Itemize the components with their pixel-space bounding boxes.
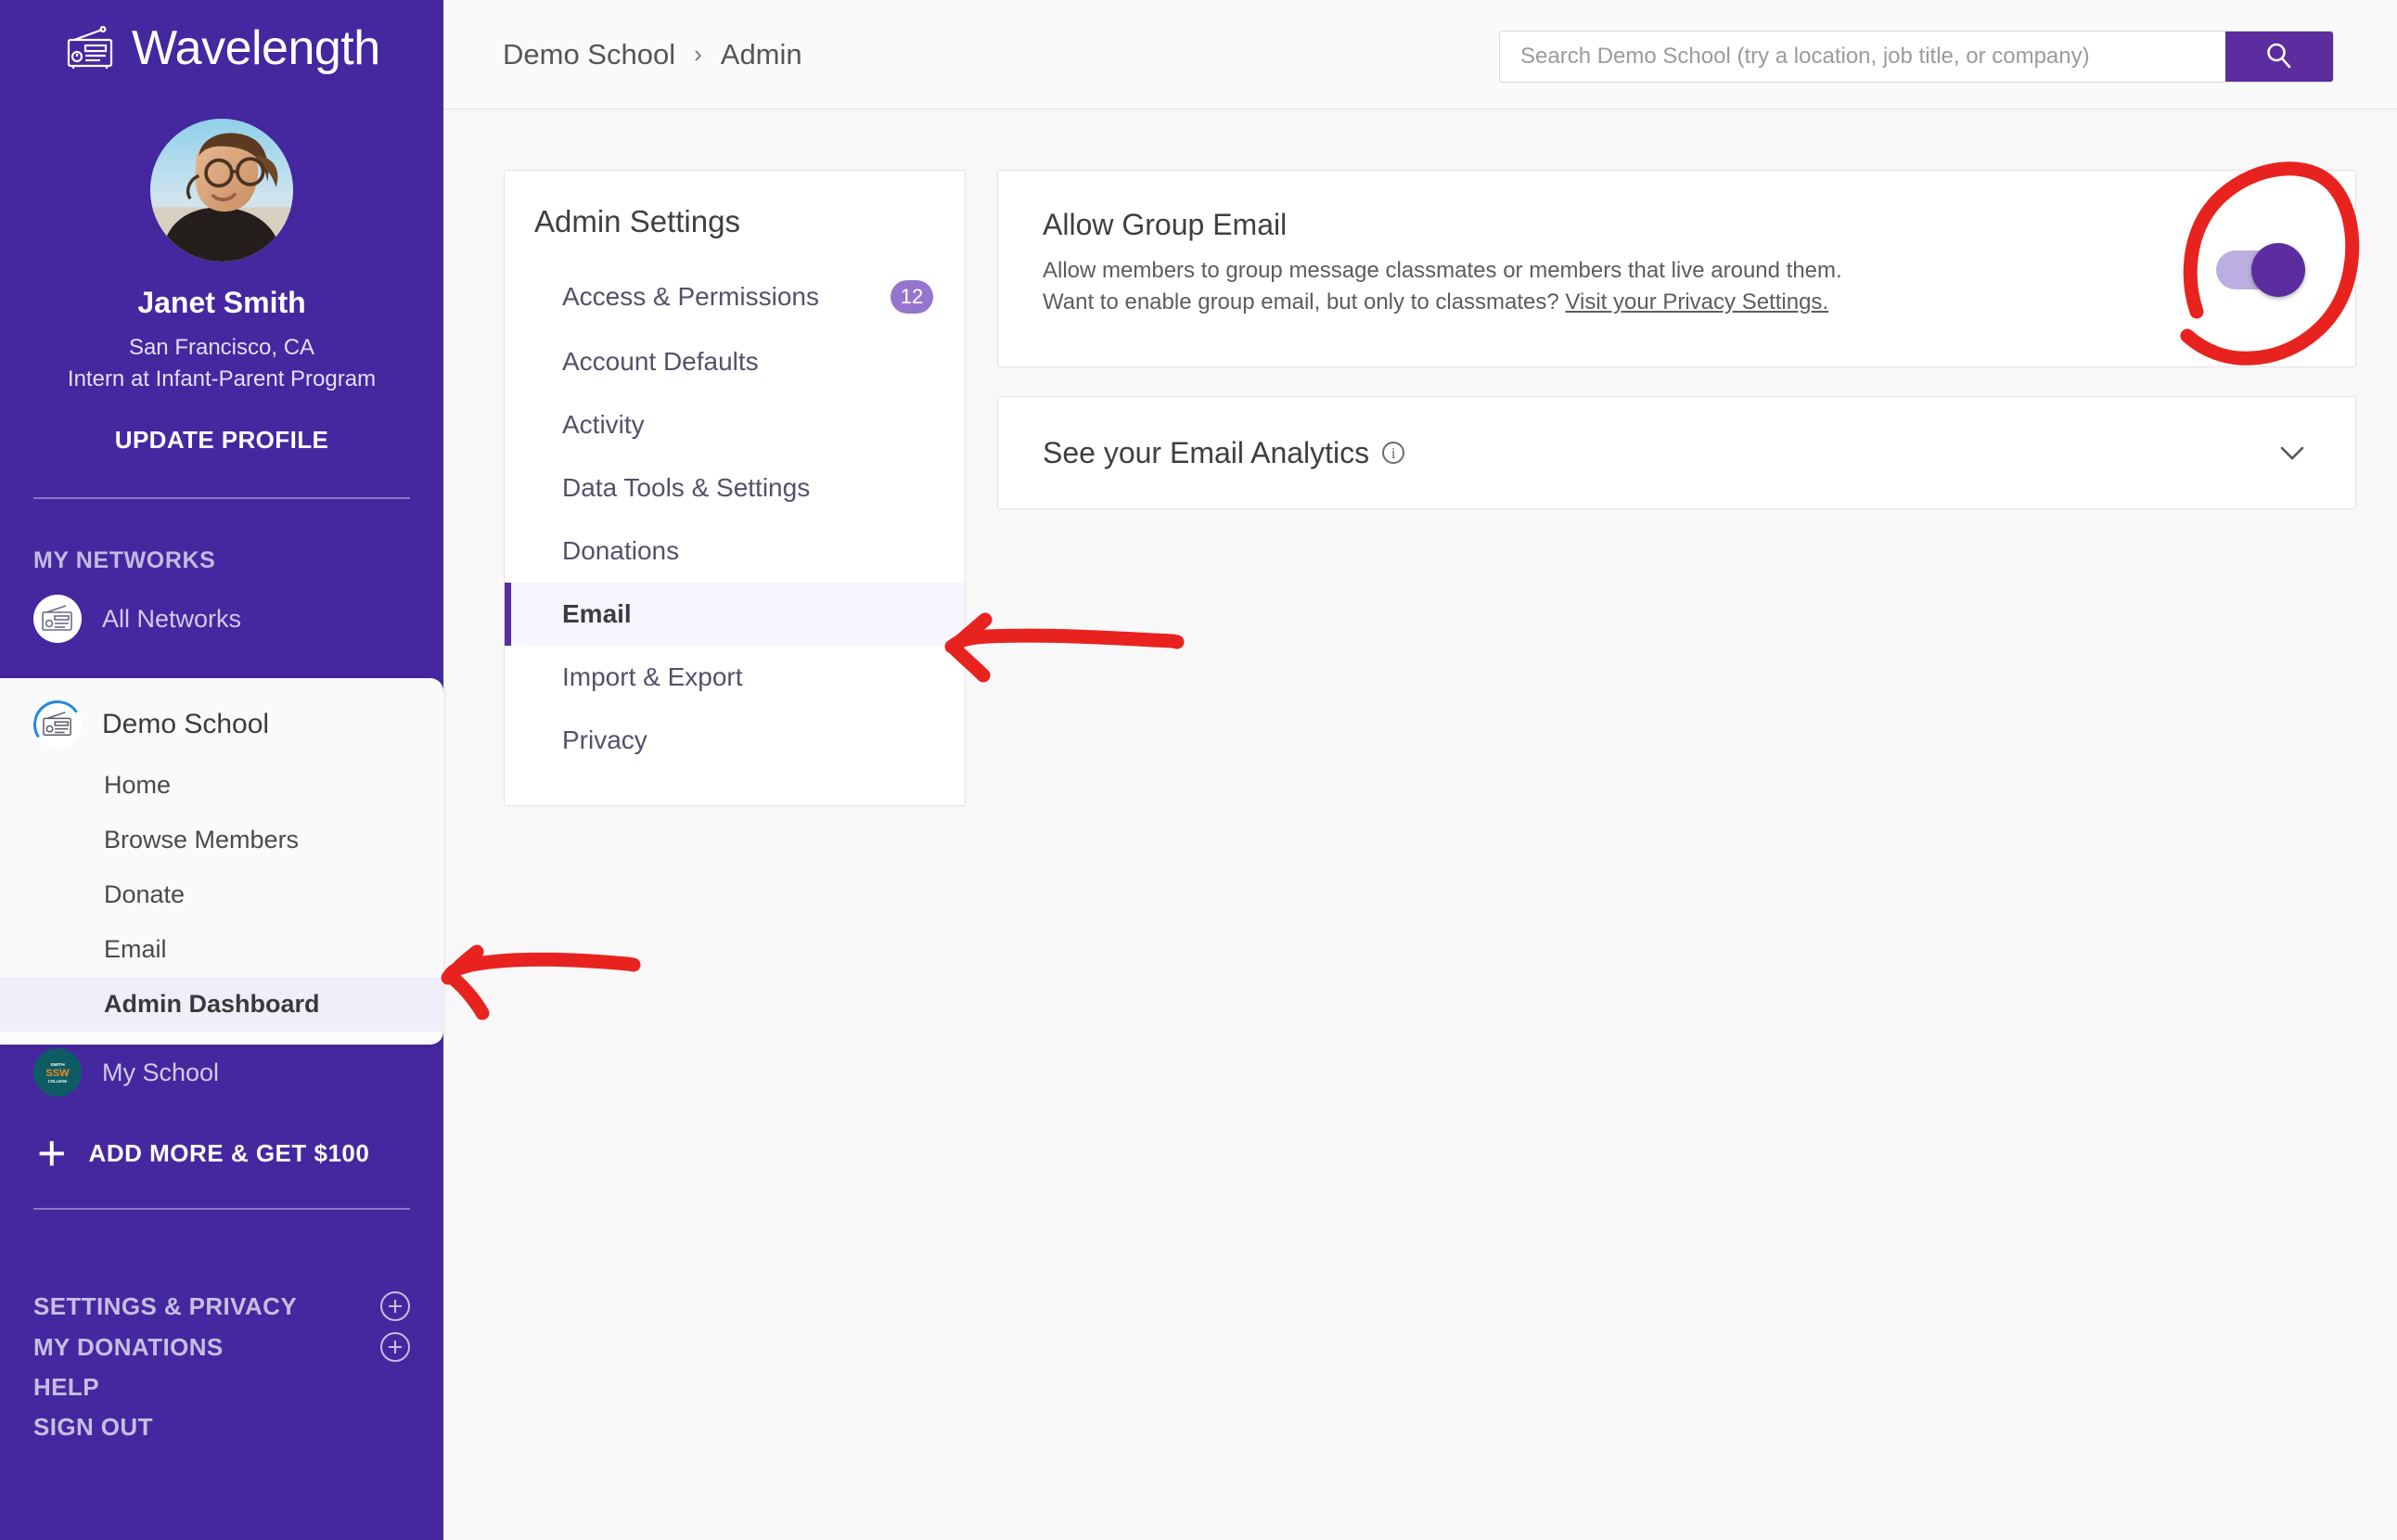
plus-circle-icon[interactable] <box>380 1291 410 1321</box>
sidebar-item-help[interactable]: HELP <box>33 1367 410 1407</box>
panel-title: See your Email Analytics <box>1043 435 1370 469</box>
sidebar-item-browse-members[interactable]: Browse Members <box>0 813 443 867</box>
allow-group-email-toggle[interactable] <box>2216 243 2305 297</box>
settings-item-account-defaults[interactable]: Account Defaults <box>505 330 965 393</box>
plus-circle-icon[interactable] <box>380 1332 410 1362</box>
settings-item-label: Import & Export <box>562 662 743 691</box>
settings-item-label: Access & Permissions <box>562 282 819 311</box>
chevron-down-icon[interactable] <box>2274 442 2311 464</box>
settings-item-label: Email <box>562 599 632 628</box>
admin-settings-title: Admin Settings <box>534 204 740 238</box>
sidebar-footer: SETTINGS & PRIVACY MY DONATIONS HELP SIG… <box>0 1286 443 1447</box>
svg-text:COLLEGE: COLLEGE <box>48 1079 68 1084</box>
sidebar-item-label: HELP <box>33 1373 99 1401</box>
sidebar-item-all-networks[interactable]: All Networks <box>0 574 443 663</box>
sidebar-item-donate[interactable]: Donate <box>0 867 443 922</box>
arrow-pointing-to-email-settings-item <box>944 628 1185 654</box>
search-icon <box>2263 40 2295 74</box>
admin-email-settings-page: Wavelength Janet Smith San Francisco, CA… <box>0 0 2397 1540</box>
sidebar-item-label: My School <box>102 1058 220 1086</box>
add-more-networks-button[interactable]: + ADD MORE & GET $100 <box>0 1128 369 1178</box>
admin-settings-panel: Admin Settings Access & Permissions 12 A… <box>504 170 966 806</box>
breadcrumb-item-demo-school[interactable]: Demo School <box>503 38 675 71</box>
settings-item-email[interactable]: Email <box>505 583 965 646</box>
sidebar-item-demo-school[interactable]: Demo School <box>0 678 443 758</box>
sidebar: Wavelength Janet Smith San Francisco, CA… <box>0 0 443 1540</box>
chevron-right-icon: › <box>694 40 702 68</box>
radio-icon <box>29 696 86 753</box>
settings-item-data-tools-settings[interactable]: Data Tools & Settings <box>505 456 965 520</box>
settings-item-label: Activity <box>562 410 645 439</box>
search-input[interactable] <box>1500 32 2225 82</box>
arrow-pointing-to-admin-dashboard-link <box>441 952 641 985</box>
info-icon[interactable]: i <box>1382 442 1405 464</box>
sidebar-item-label: SETTINGS & PRIVACY <box>33 1291 298 1320</box>
settings-item-donations[interactable]: Donations <box>505 520 965 583</box>
svg-text:SMITH: SMITH <box>50 1062 65 1068</box>
settings-item-import-export[interactable]: Import & Export <box>505 646 965 709</box>
plus-icon: + <box>37 1125 67 1181</box>
sidebar-item-my-donations[interactable]: MY DONATIONS <box>33 1327 410 1367</box>
allow-group-email-panel: Allow Group Email Allow members to group… <box>997 170 2356 367</box>
sidebar-item-sign-out[interactable]: SIGN OUT <box>33 1407 410 1447</box>
brand-logo[interactable]: Wavelength <box>0 0 443 72</box>
avatar[interactable] <box>150 119 293 262</box>
sidebar-item-email[interactable]: Email <box>0 922 443 977</box>
sidebar-item-settings-privacy[interactable]: SETTINGS & PRIVACY <box>33 1286 410 1327</box>
settings-panel-spacer <box>505 772 965 805</box>
sidebar-item-my-school[interactable]: SMITH SSW COLLEGE My School <box>0 1028 219 1117</box>
email-analytics-label-group: See your Email Analytics i <box>1043 435 1405 470</box>
privacy-settings-link[interactable]: Visit your Privacy Settings. <box>1565 289 1828 314</box>
settings-item-label: Donations <box>562 536 680 565</box>
sidebar-item-label: SIGN OUT <box>33 1413 153 1441</box>
sidebar-item-label: MY DONATIONS <box>33 1332 224 1361</box>
school-name: Demo School <box>102 709 270 739</box>
breadcrumb-item-admin[interactable]: Admin <box>721 38 802 71</box>
settings-item-activity[interactable]: Activity <box>505 393 965 456</box>
sidebar-item-home[interactable]: Home <box>0 758 443 813</box>
sidebar-school-card: Demo School Home Browse Members Donate E… <box>0 678 443 1045</box>
update-profile-link[interactable]: UPDATE PROFILE <box>0 426 443 455</box>
top-header: Demo School › Admin <box>443 0 2397 109</box>
profile-name: Janet Smith <box>137 286 306 319</box>
radio-icon <box>63 25 117 71</box>
allow-group-email-body: Allow Group Email Allow members to group… <box>998 171 2355 318</box>
search-button[interactable] <box>2225 32 2333 82</box>
sidebar-item-admin-dashboard[interactable]: Admin Dashboard <box>0 977 443 1032</box>
settings-item-label: Privacy <box>562 725 647 754</box>
panel-description-line-2: Want to enable group email, but only to … <box>1043 287 2311 318</box>
status-badge: 12 <box>891 280 933 314</box>
settings-item-label: Data Tools & Settings <box>562 473 811 502</box>
ssw-college-logo-icon: SMITH SSW COLLEGE <box>33 1048 82 1097</box>
panel-title: Allow Group Email <box>1043 208 1288 241</box>
sidebar-item-label: All Networks <box>102 604 242 633</box>
settings-item-privacy[interactable]: Privacy <box>505 709 965 772</box>
profile-location: San Francisco, CA <box>128 335 315 360</box>
svg-text:SSW: SSW <box>45 1068 70 1079</box>
brand-name: Wavelength <box>132 21 380 75</box>
toggle-knob <box>2251 243 2305 297</box>
add-more-label: ADD MORE & GET $100 <box>88 1138 370 1167</box>
email-analytics-row[interactable]: See your Email Analytics i <box>998 436 2355 470</box>
settings-item-label: Account Defaults <box>562 347 759 376</box>
email-analytics-panel[interactable]: See your Email Analytics i <box>997 396 2356 509</box>
search-bar <box>1499 31 2334 83</box>
my-networks-label: MY NETWORKS <box>33 547 216 573</box>
panel-description-line-1: Allow members to group message classmate… <box>1043 258 1842 283</box>
arrow-pointing-to-admin-dashboard-head-lower <box>445 970 490 1020</box>
radio-icon <box>33 595 82 643</box>
profile-title: Intern at Infant-Parent Program <box>67 366 377 391</box>
sidebar-divider-bottom <box>33 1208 410 1210</box>
panel-description-text: Want to enable group email, but only to … <box>1043 289 1566 315</box>
settings-item-access-permissions[interactable]: Access & Permissions 12 <box>505 263 965 330</box>
arrow-pointing-to-admin-dashboard-head-upper <box>443 944 484 983</box>
breadcrumb: Demo School › Admin <box>443 38 802 71</box>
